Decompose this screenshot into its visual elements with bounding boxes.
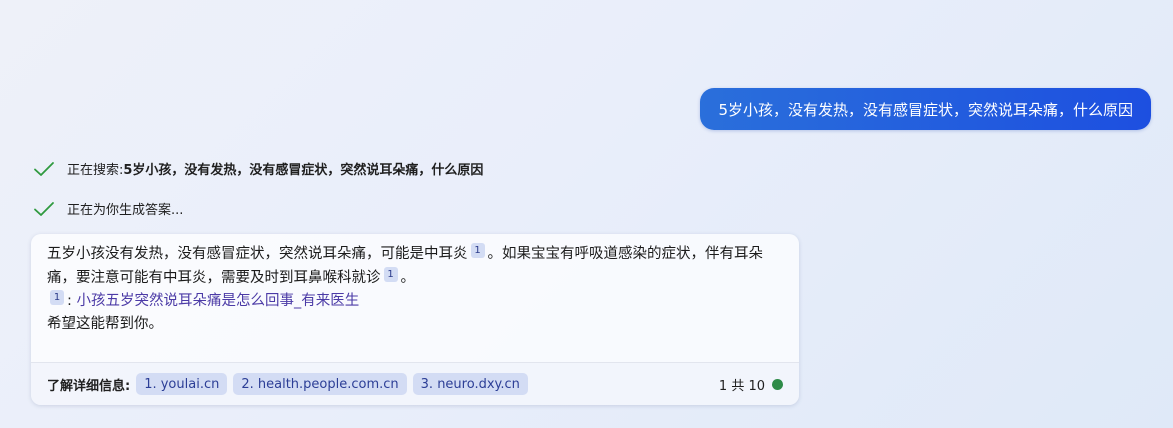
citation-marker[interactable]: 1 [383,267,398,282]
status-generating-text: 正在为你生成答案... [67,203,184,218]
reference-number: 1 [50,290,64,305]
reference-line: 1: 小孩五岁突然说耳朵痛是怎么回事_有来医生 [47,290,783,312]
user-message-bubble: 5岁小孩，没有发热，没有感冒症状，突然说耳朵痛，什么原因 [700,88,1151,130]
status-dot-icon [772,378,783,390]
answer-paragraph: 五岁小孩没有发热，没有感冒症状，突然说耳朵痛，可能是中耳炎 1 。如果宝宝有呼吸道感… [47,242,783,290]
answer-card: 五岁小孩没有发热，没有感冒症状，突然说耳朵痛，可能是中耳炎 1 。如果宝宝有呼吸道感… [31,234,799,405]
status-generating: 正在为你生成答案... [33,199,183,218]
checkmark-icon [34,201,54,216]
answer-body: 五岁小孩没有发热，没有感冒症状，突然说耳朵痛，可能是中耳炎 1 。如果宝宝有呼吸道感… [31,234,799,336]
response-counter-text: 1 共 10 [718,378,765,394]
answer-footer: 了解详细信息: 1. youlai.cn 2. health.people.co… [31,362,799,405]
source-link-health-people[interactable]: 2. health.people.com.cn [233,373,407,395]
citation-marker[interactable]: 1 [470,243,485,258]
status-searching-query: 5岁小孩，没有发热，没有感冒症状，突然说耳朵痛，什么原因 [123,163,484,178]
source-link-youlai[interactable]: 1. youlai.cn [136,373,228,395]
source-link-neuro-dxy[interactable]: 3. neuro.dxy.cn [412,373,528,395]
response-counter: 1 共 10 [719,375,783,394]
answer-text-part1: 五岁小孩没有发热，没有感冒症状，突然说耳朵痛，可能是中耳炎 [47,246,468,262]
status-searching-prefix: 正在搜索: [67,163,124,178]
reference-separator: : [67,293,72,309]
reference-link[interactable]: 小孩五岁突然说耳朵痛是怎么回事_有来医生 [77,293,360,309]
user-message-text: 5岁小孩，没有发热，没有感冒症状，突然说耳朵痛，什么原因 [718,100,1133,119]
checkmark-icon [34,161,54,176]
learn-more-label: 了解详细信息: [47,378,131,394]
status-searching: 正在搜索: 5岁小孩，没有发热，没有感冒症状，突然说耳朵痛，什么原因 [33,159,483,178]
answer-closing: 希望这能帮到你。 [47,316,163,332]
answer-text-part3: 。 [400,270,416,286]
